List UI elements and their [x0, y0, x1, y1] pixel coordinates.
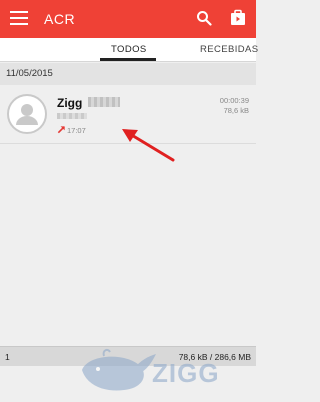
contact-name: Zigg [57, 96, 83, 110]
tab-recebidas[interactable]: RECEBIDAS [200, 44, 259, 55]
tab-bar: TODOS RECEBIDAS [0, 38, 259, 62]
call-size: 78,6 kB [223, 106, 249, 115]
avatar [7, 94, 47, 134]
menu-icon[interactable] [10, 11, 28, 27]
person-icon [10, 97, 44, 131]
store-icon[interactable] [229, 9, 247, 27]
search-icon[interactable] [196, 10, 212, 26]
app-bar: ACR [0, 0, 256, 38]
blurred-name [88, 97, 120, 107]
selected-tab-indicator [100, 58, 156, 61]
outgoing-call-arrow-icon [57, 126, 65, 134]
annotation-arrow-icon [122, 129, 175, 162]
blurred-number [57, 113, 87, 119]
app-title: ACR [44, 11, 76, 27]
date-header: 11/05/2015 [0, 63, 256, 85]
recording-count: 1 [5, 352, 10, 362]
call-duration: 00:00:39 [219, 96, 249, 105]
call-time: 17:07 [67, 126, 86, 135]
watermark-logo-text: ZIGG [152, 358, 220, 388]
tab-todos[interactable]: TODOS [111, 44, 147, 55]
